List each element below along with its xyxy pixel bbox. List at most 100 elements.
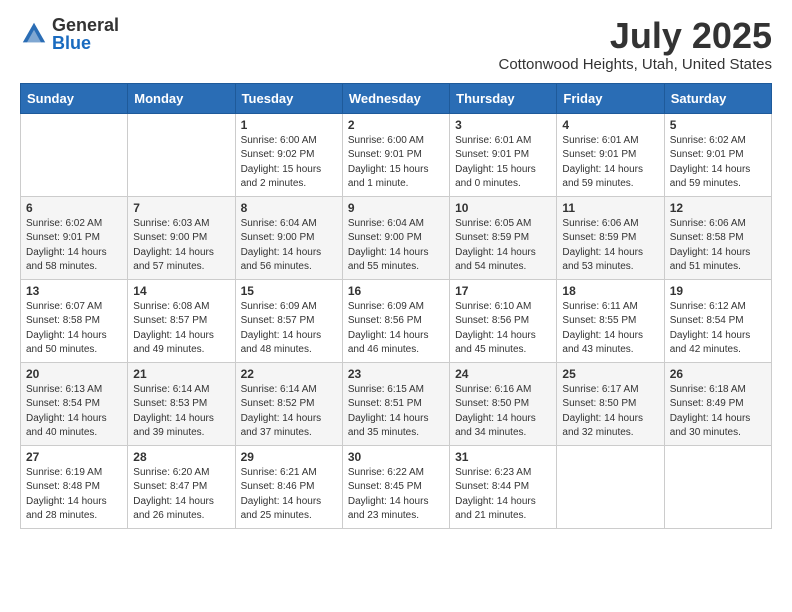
day-number: 25 [562,367,658,381]
day-number: 2 [348,118,444,132]
calendar-week-row: 13 Sunrise: 6:07 AMSunset: 8:58 PMDayligh… [21,279,772,362]
calendar-cell: 15Sunrise: 6:09 AMSunset: 8:57 PMDayligh… [235,279,342,362]
calendar-cell: 5 Sunrise: 6:02 AMSunset: 9:01 PMDaylight… [664,113,771,196]
weekday-header: Wednesday [342,83,449,113]
day-info: Sunrise: 6:03 AMSunset: 9:00 PMDaylight:… [133,217,229,275]
calendar-cell [128,113,235,196]
day-number: 16 [348,284,444,298]
day-info: Sunrise: 6:17 AMSunset: 8:50 PMDaylight:… [562,383,658,441]
day-info: Sunrise: 6:13 AMSunset: 8:54 PMDaylight:… [26,383,122,441]
day-number: 21 [133,367,229,381]
day-info: Sunrise: 6:23 AMSunset: 8:44 PMDaylight:… [455,466,551,524]
calendar-table: SundayMondayTuesdayWednesdayThursdayFrid… [20,83,772,529]
calendar-week-row: 20 Sunrise: 6:13 AMSunset: 8:54 PMDayligh… [21,362,772,445]
day-number: 5 [670,118,766,132]
day-info: Sunrise: 6:11 AMSunset: 8:55 PMDaylight:… [562,300,658,358]
day-info: Sunrise: 6:18 AMSunset: 8:49 PMDaylight:… [670,383,766,441]
day-info: Sunrise: 6:22 AMSunset: 8:45 PMDaylight:… [348,466,444,524]
day-info: Sunrise: 6:16 AMSunset: 8:50 PMDaylight:… [455,383,551,441]
day-info: Sunrise: 6:06 AMSunset: 8:59 PMDaylight:… [562,217,658,275]
day-info: Sunrise: 6:07 AMSunset: 8:58 PMDaylight:… [26,300,122,358]
calendar-cell: 22 Sunrise: 6:14 AMSunset: 8:52 PMDayligh… [235,362,342,445]
day-info: Sunrise: 6:00 AMSunset: 9:02 PMDaylight:… [241,134,337,192]
day-number: 26 [670,367,766,381]
weekday-header: Saturday [664,83,771,113]
calendar-cell: 13 Sunrise: 6:07 AMSunset: 8:58 PMDayligh… [21,279,128,362]
day-info: Sunrise: 6:12 AMSunset: 8:54 PMDaylight:… [670,300,766,358]
day-number: 13 [26,284,122,298]
day-info: Sunrise: 6:14 AMSunset: 8:52 PMDaylight:… [241,383,337,441]
day-number: 12 [670,201,766,215]
calendar-cell: 19 Sunrise: 6:12 AMSunset: 8:54 PMDayligh… [664,279,771,362]
day-number: 20 [26,367,122,381]
day-number: 18 [562,284,658,298]
calendar-cell: 7 Sunrise: 6:03 AMSunset: 9:00 PMDaylight… [128,196,235,279]
day-info: Sunrise: 6:02 AMSunset: 9:01 PMDaylight:… [670,134,766,192]
logo-blue: Blue [52,34,119,52]
calendar-cell: 20 Sunrise: 6:13 AMSunset: 8:54 PMDayligh… [21,362,128,445]
calendar-cell [557,445,664,528]
day-info: Sunrise: 6:14 AMSunset: 8:53 PMDaylight:… [133,383,229,441]
day-info: Sunrise: 6:21 AMSunset: 8:46 PMDaylight:… [241,466,337,524]
day-number: 17 [455,284,551,298]
calendar-header-row: SundayMondayTuesdayWednesdayThursdayFrid… [21,83,772,113]
day-info: Sunrise: 6:01 AMSunset: 9:01 PMDaylight:… [455,134,551,192]
weekday-header: Monday [128,83,235,113]
day-number: 29 [241,450,337,464]
calendar-cell: 10 Sunrise: 6:05 AMSunset: 8:59 PMDayligh… [450,196,557,279]
calendar-week-row: 6Sunrise: 6:02 AMSunset: 9:01 PMDaylight… [21,196,772,279]
calendar-cell: 28 Sunrise: 6:20 AMSunset: 8:47 PMDayligh… [128,445,235,528]
calendar-cell [21,113,128,196]
calendar-cell: 14Sunrise: 6:08 AMSunset: 8:57 PMDayligh… [128,279,235,362]
day-number: 22 [241,367,337,381]
calendar-cell: 2Sunrise: 6:00 AMSunset: 9:01 PMDaylight… [342,113,449,196]
calendar-cell: 3 Sunrise: 6:01 AMSunset: 9:01 PMDaylight… [450,113,557,196]
day-number: 10 [455,201,551,215]
calendar-cell [664,445,771,528]
day-info: Sunrise: 6:10 AMSunset: 8:56 PMDaylight:… [455,300,551,358]
day-number: 11 [562,201,658,215]
day-info: Sunrise: 6:09 AMSunset: 8:56 PMDaylight:… [348,300,444,358]
weekday-header: Thursday [450,83,557,113]
day-number: 3 [455,118,551,132]
calendar-cell: 21 Sunrise: 6:14 AMSunset: 8:53 PMDayligh… [128,362,235,445]
day-number: 7 [133,201,229,215]
day-number: 23 [348,367,444,381]
calendar-cell: 30Sunrise: 6:22 AMSunset: 8:45 PMDayligh… [342,445,449,528]
page-header: General Blue July 2025 Cottonwood Height… [20,16,772,73]
day-info: Sunrise: 6:01 AMSunset: 9:01 PMDaylight:… [562,134,658,192]
calendar-cell: 16 Sunrise: 6:09 AMSunset: 8:56 PMDayligh… [342,279,449,362]
day-number: 19 [670,284,766,298]
weekday-header: Friday [557,83,664,113]
day-info: Sunrise: 6:20 AMSunset: 8:47 PMDaylight:… [133,466,229,524]
day-info: Sunrise: 6:19 AMSunset: 8:48 PMDaylight:… [26,466,122,524]
weekday-header: Sunday [21,83,128,113]
day-number: 27 [26,450,122,464]
calendar-week-row: 1Sunrise: 6:00 AMSunset: 9:02 PMDaylight… [21,113,772,196]
day-info: Sunrise: 6:05 AMSunset: 8:59 PMDaylight:… [455,217,551,275]
calendar-cell: 11 Sunrise: 6:06 AMSunset: 8:59 PMDayligh… [557,196,664,279]
day-number: 28 [133,450,229,464]
calendar-cell: 1Sunrise: 6:00 AMSunset: 9:02 PMDaylight… [235,113,342,196]
day-number: 14 [133,284,229,298]
calendar-cell: 26 Sunrise: 6:18 AMSunset: 8:49 PMDayligh… [664,362,771,445]
calendar-cell: 9 Sunrise: 6:04 AMSunset: 9:00 PMDaylight… [342,196,449,279]
day-number: 31 [455,450,551,464]
logo-text: General Blue [52,16,119,52]
day-number: 8 [241,201,337,215]
day-info: Sunrise: 6:04 AMSunset: 9:00 PMDaylight:… [348,217,444,275]
calendar-cell: 18 Sunrise: 6:11 AMSunset: 8:55 PMDayligh… [557,279,664,362]
logo-general: General [52,16,119,34]
month-year: July 2025 [499,16,773,56]
day-number: 9 [348,201,444,215]
location: Cottonwood Heights, Utah, United States [499,56,773,73]
calendar-cell: 29 Sunrise: 6:21 AMSunset: 8:46 PMDayligh… [235,445,342,528]
calendar-cell: 23Sunrise: 6:15 AMSunset: 8:51 PMDayligh… [342,362,449,445]
calendar-cell: 12Sunrise: 6:06 AMSunset: 8:58 PMDayligh… [664,196,771,279]
day-info: Sunrise: 6:09 AMSunset: 8:57 PMDaylight:… [241,300,337,358]
weekday-header: Tuesday [235,83,342,113]
day-number: 24 [455,367,551,381]
calendar-cell: 27 Sunrise: 6:19 AMSunset: 8:48 PMDayligh… [21,445,128,528]
title-block: July 2025 Cottonwood Heights, Utah, Unit… [499,16,773,73]
calendar-cell: 8Sunrise: 6:04 AMSunset: 9:00 PMDaylight… [235,196,342,279]
